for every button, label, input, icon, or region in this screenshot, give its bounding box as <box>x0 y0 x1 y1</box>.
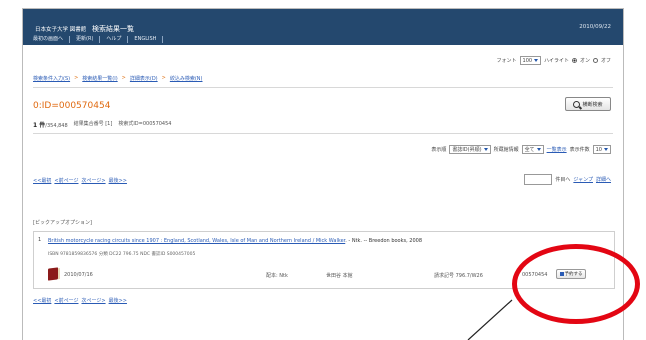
breadcrumb-separator: > <box>161 75 166 81</box>
nav-help[interactable]: ヘルプ <box>100 36 129 43</box>
book-icon <box>48 267 58 281</box>
pager-next[interactable]: 次ページ> <box>81 297 105 304</box>
pager-top: <<最初 <前ページ 次ページ> 最後>> <box>33 177 127 184</box>
highlight-on-label: オン <box>579 58 590 64</box>
per-page-select[interactable]: 10 <box>592 145 611 154</box>
call-number: 請求記号 796.7/W26 <box>434 273 483 279</box>
holding-date: 2010/07/16 <box>64 272 93 278</box>
result-title: British motorcycle racing circuits since… <box>48 238 422 244</box>
pager-first[interactable]: <<最初 <box>33 177 51 184</box>
font-size-select[interactable]: 100 <box>519 56 542 65</box>
divider <box>33 133 613 134</box>
pager-prev[interactable]: <前ページ <box>54 177 78 184</box>
nav-english[interactable]: ENGLISH <box>128 36 164 43</box>
sort-value: 書誌ID(昇順) <box>452 147 482 153</box>
query-id: 検索式ID=000570454 <box>118 121 172 127</box>
font-label: フォント <box>496 58 517 64</box>
pager-bottom: <<最初 <前ページ 次ページ> 最後>> <box>33 297 127 304</box>
header-bar: 日本女子大学 図書館 検索結果一覧 2010/09/22 最初の画面へ 更新(R… <box>23 9 623 45</box>
top-nav: 最初の画面へ 更新(R) ヘルプ ENGLISH <box>33 36 164 43</box>
pager-first[interactable]: <<最初 <box>33 297 51 304</box>
breadcrumb-separator: > <box>74 75 79 81</box>
advanced-search-button[interactable]: 横断検索 <box>565 97 611 111</box>
breadcrumb-search-input[interactable]: 検索条件入力(S) <box>33 75 70 82</box>
highlight-on-radio[interactable] <box>571 58 577 63</box>
holding-location: 配本: Ntk <box>266 273 288 279</box>
pager-last[interactable]: 最後>> <box>109 297 127 304</box>
sort-label: 表示順 <box>431 147 447 153</box>
breadcrumb-detail[interactable]: 詳細表示(D) <box>130 75 158 82</box>
result-title-link[interactable]: British motorcycle racing circuits since… <box>48 238 345 244</box>
nav-refresh[interactable]: 更新(R) <box>70 36 101 43</box>
breadcrumb-refine[interactable]: 絞込み検索(N) <box>170 75 203 82</box>
per-page-value: 10 <box>595 146 602 153</box>
advanced-search-label: 横断検索 <box>582 101 603 108</box>
per-page-label: 表示件数 <box>569 147 590 153</box>
holdings-value: 全て <box>524 147 535 153</box>
holdings-select[interactable]: 全て <box>521 145 544 154</box>
pager-next[interactable]: 次ページ> <box>81 177 105 184</box>
result-number: 1 <box>38 237 42 243</box>
jump-input[interactable] <box>524 174 553 185</box>
divider <box>33 87 613 88</box>
pickup-option-label: [ピックアップオプション] <box>33 220 92 226</box>
font-controls: フォント 100 ハイライト オン オフ <box>496 56 611 65</box>
jump-controls: 件目へ ジャンプ 詳細へ <box>524 174 611 185</box>
search-icon <box>573 100 581 108</box>
highlight-label: ハイライト <box>544 58 569 64</box>
hit-count: 1 件 <box>33 122 46 129</box>
jump-link[interactable]: ジャンプ <box>573 176 593 183</box>
result-publisher: . - Ntk. -- Breedon books, 2008 <box>345 238 423 244</box>
result-set-number: 結果集合番号 [1] <box>73 121 113 127</box>
result-meta: ISBN 9781859836576 分類 DC22 796.75 NDC 書誌… <box>48 252 196 257</box>
breadcrumb-result-list[interactable]: 検索結果一覧(I) <box>82 75 117 82</box>
holdings-label: 所蔵館情報 <box>493 147 519 153</box>
chevron-down-icon <box>536 148 541 151</box>
page-title: 検索結果一覧 <box>92 25 134 33</box>
jump-suffix: 件目へ <box>555 177 571 183</box>
pager-last[interactable]: 最後>> <box>109 177 127 184</box>
site-title: 日本女子大学 図書館 検索結果一覧 <box>35 24 134 34</box>
detail-link[interactable]: 詳細へ <box>596 176 611 183</box>
library-name: 日本女子大学 図書館 <box>35 27 87 33</box>
sort-select[interactable]: 書誌ID(昇順) <box>449 145 491 154</box>
total-count: /354,848 <box>45 123 68 129</box>
holding-branch: 世田谷 本館 <box>326 273 353 279</box>
highlight-off-label: オフ <box>600 58 611 64</box>
header-date: 2010/09/22 <box>579 24 611 30</box>
list-view-link[interactable]: 一覧表示 <box>547 146 567 153</box>
chevron-down-icon <box>534 59 539 62</box>
breadcrumb-separator: > <box>121 75 126 81</box>
pager-prev[interactable]: <前ページ <box>54 297 78 304</box>
breadcrumb: 検索条件入力(S) > 検索結果一覧(I) > 詳細表示(D) > 絞込み検索(… <box>33 75 203 82</box>
display-options: 表示順 書誌ID(昇順) 所蔵館情報 全て 一覧表示 表示件数 10 <box>431 145 611 154</box>
chevron-down-icon <box>483 148 488 151</box>
chevron-down-icon <box>604 148 608 151</box>
nav-home[interactable]: 最初の画面へ <box>33 36 71 43</box>
highlight-off-radio[interactable] <box>592 58 598 63</box>
result-count: 1 件/354,848 結果集合番号 [1] 検索式ID=000570454 <box>33 120 171 129</box>
annotation-circle <box>512 244 640 324</box>
record-id: 0:ID=000570454 <box>33 101 111 111</box>
font-size-value: 100 <box>522 57 533 64</box>
